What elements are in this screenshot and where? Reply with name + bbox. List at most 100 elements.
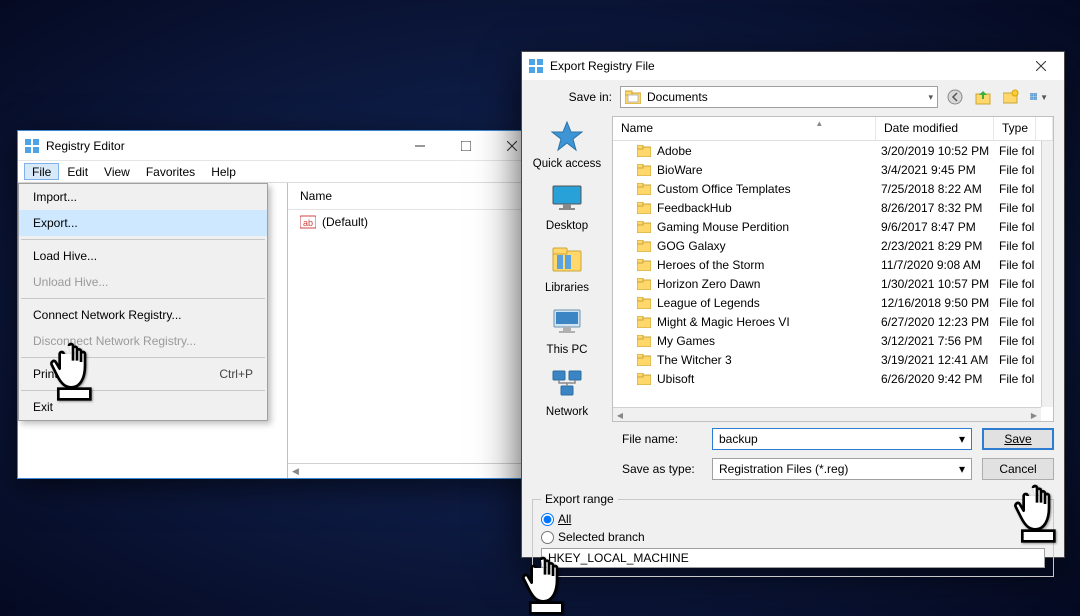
up-one-level-button[interactable] — [974, 88, 992, 106]
dlg-titlebar[interactable]: Export Registry File — [522, 52, 1064, 80]
folder-row[interactable]: Adobe3/20/2019 10:52 PMFile fol — [613, 141, 1053, 160]
folder-name: Heroes of the Storm — [655, 258, 881, 272]
radio-all-input[interactable] — [541, 513, 554, 526]
folder-name: GOG Galaxy — [655, 239, 881, 253]
view-menu-button[interactable] — [1030, 88, 1048, 106]
folder-name: Horizon Zero Dawn — [655, 277, 881, 291]
new-folder-button[interactable] — [1002, 88, 1020, 106]
back-button[interactable] — [946, 88, 964, 106]
radio-selected-branch[interactable]: Selected branch — [541, 528, 1045, 546]
svg-text:ab: ab — [303, 218, 313, 228]
folder-date: 1/30/2021 10:57 PM — [881, 277, 999, 291]
folder-row[interactable]: Heroes of the Storm11/7/2020 9:08 AMFile… — [613, 255, 1053, 274]
value-row-default[interactable]: ab (Default) — [288, 210, 535, 234]
folder-icon — [613, 240, 655, 252]
menu-connect-network-registry[interactable]: Connect Network Registry... — [19, 302, 267, 328]
radio-all-label: All — [558, 512, 571, 526]
folder-date: 3/19/2021 12:41 AM — [881, 353, 999, 367]
scroll-left-arrow[interactable]: ◀ — [288, 466, 299, 477]
file-name-value: backup — [719, 432, 758, 446]
horizontal-scrollbar[interactable]: ◀▶ — [613, 407, 1041, 421]
radio-all[interactable]: All — [541, 510, 1045, 528]
folder-row[interactable]: My Games3/12/2021 7:56 PMFile fol — [613, 331, 1053, 350]
save-as-type-value: Registration Files (*.reg) — [719, 462, 848, 476]
place-this-pc[interactable]: This PC — [525, 306, 610, 356]
network-icon — [551, 368, 583, 400]
place-network[interactable]: Network — [525, 368, 610, 418]
minimize-button[interactable] — [397, 131, 443, 161]
folder-row[interactable]: FeedbackHub8/26/2017 8:32 PMFile fol — [613, 198, 1053, 217]
place-quick-access[interactable]: Quick access — [525, 120, 610, 170]
menu-help[interactable]: Help — [203, 163, 244, 180]
place-libraries[interactable]: Libraries — [525, 244, 610, 294]
folder-date: 3/20/2019 10:52 PM — [881, 144, 999, 158]
menu-view[interactable]: View — [96, 163, 138, 180]
folder-type: File fol — [999, 372, 1041, 386]
place-libraries-label: Libraries — [525, 282, 610, 294]
folder-row[interactable]: League of Legends12/16/2018 9:50 PMFile … — [613, 293, 1053, 312]
col-name[interactable]: Name — [613, 117, 876, 140]
folder-name: Gaming Mouse Perdition — [655, 220, 881, 234]
place-desktop-label: Desktop — [525, 220, 610, 232]
folder-row[interactable]: Gaming Mouse Perdition9/6/2017 8:47 PMFi… — [613, 217, 1053, 236]
save-as-type-combo[interactable]: Registration Files (*.reg) ▾ — [712, 458, 972, 480]
folder-type: File fol — [999, 353, 1041, 367]
menu-exit-label: Exit — [33, 400, 53, 414]
regedit-values-pane[interactable]: Name ab (Default) — [288, 183, 535, 478]
folder-row[interactable]: Custom Office Templates7/25/2018 8:22 AM… — [613, 179, 1053, 198]
menu-import[interactable]: Import... — [19, 184, 267, 210]
menu-file[interactable]: File — [24, 163, 59, 180]
folder-row[interactable]: BioWare3/4/2021 9:45 PMFile fol — [613, 160, 1053, 179]
folder-date: 9/6/2017 8:47 PM — [881, 220, 999, 234]
export-range-group: Export range All Selected branch — [532, 492, 1054, 577]
radio-selected-input[interactable] — [541, 531, 554, 544]
folder-row[interactable]: Might & Magic Heroes VI6/27/2020 12:23 P… — [613, 312, 1053, 331]
menu-export-label: Export... — [33, 216, 78, 230]
folder-date: 3/12/2021 7:56 PM — [881, 334, 999, 348]
regedit-tree-pane[interactable]: Import... Export... Load Hive... Unload … — [18, 183, 288, 478]
folder-type: File fol — [999, 163, 1041, 177]
menu-connect-label: Connect Network Registry... — [33, 308, 182, 322]
folder-row[interactable]: Ubisoft6/26/2020 9:42 PMFile fol — [613, 369, 1053, 388]
menu-exit[interactable]: Exit — [19, 394, 267, 420]
vertical-scrollbar[interactable] — [1041, 141, 1053, 407]
values-header-name[interactable]: Name — [288, 183, 535, 210]
file-dropdown-menu: Import... Export... Load Hive... Unload … — [18, 183, 268, 421]
file-name-input[interactable]: backup ▾ — [712, 428, 972, 450]
branch-path-input[interactable] — [541, 548, 1045, 568]
menu-export[interactable]: Export... — [19, 210, 267, 236]
folder-icon — [613, 145, 655, 157]
folder-icon — [613, 373, 655, 385]
folder-type: File fol — [999, 144, 1041, 158]
folder-row[interactable]: Horizon Zero Dawn1/30/2021 10:57 PMFile … — [613, 274, 1053, 293]
dlg-title: Export Registry File — [550, 59, 1058, 73]
maximize-button[interactable] — [443, 131, 489, 161]
place-desktop[interactable]: Desktop — [525, 182, 610, 232]
menu-load-hive[interactable]: Load Hive... — [19, 243, 267, 269]
folder-row[interactable]: GOG Galaxy2/23/2021 8:29 PMFile fol — [613, 236, 1053, 255]
col-type[interactable]: Type — [994, 117, 1036, 140]
listing-header: Name Date modified Type — [613, 117, 1053, 141]
regedit-icon — [528, 58, 544, 74]
cancel-button[interactable]: Cancel — [982, 458, 1054, 480]
regedit-titlebar[interactable]: Registry Editor — [18, 131, 535, 161]
menu-edit[interactable]: Edit — [59, 163, 96, 180]
save-button[interactable]: Save — [982, 428, 1054, 450]
savein-combo[interactable]: Documents ▾ — [620, 86, 938, 108]
libraries-icon — [551, 244, 583, 276]
dlg-close-button[interactable] — [1018, 52, 1064, 80]
folder-type: File fol — [999, 201, 1041, 215]
col-scroll-spacer — [1036, 117, 1053, 140]
folder-row[interactable]: The Witcher 33/19/2021 12:41 AMFile fol — [613, 350, 1053, 369]
folder-name: Ubisoft — [655, 372, 881, 386]
folder-icon — [613, 202, 655, 214]
place-quick-label: Quick access — [525, 158, 610, 170]
registry-editor-window: Registry Editor File Edit View Favorites… — [17, 130, 536, 479]
menu-favorites[interactable]: Favorites — [138, 163, 203, 180]
chevron-down-icon: ▾ — [959, 432, 965, 446]
file-listing[interactable]: ▲ Name Date modified Type Adobe3/20/2019… — [612, 116, 1054, 422]
menu-print-label: Print... — [33, 367, 68, 381]
menu-print[interactable]: Print... Ctrl+P — [19, 361, 267, 387]
col-date-modified[interactable]: Date modified — [876, 117, 994, 140]
folder-icon — [613, 354, 655, 366]
